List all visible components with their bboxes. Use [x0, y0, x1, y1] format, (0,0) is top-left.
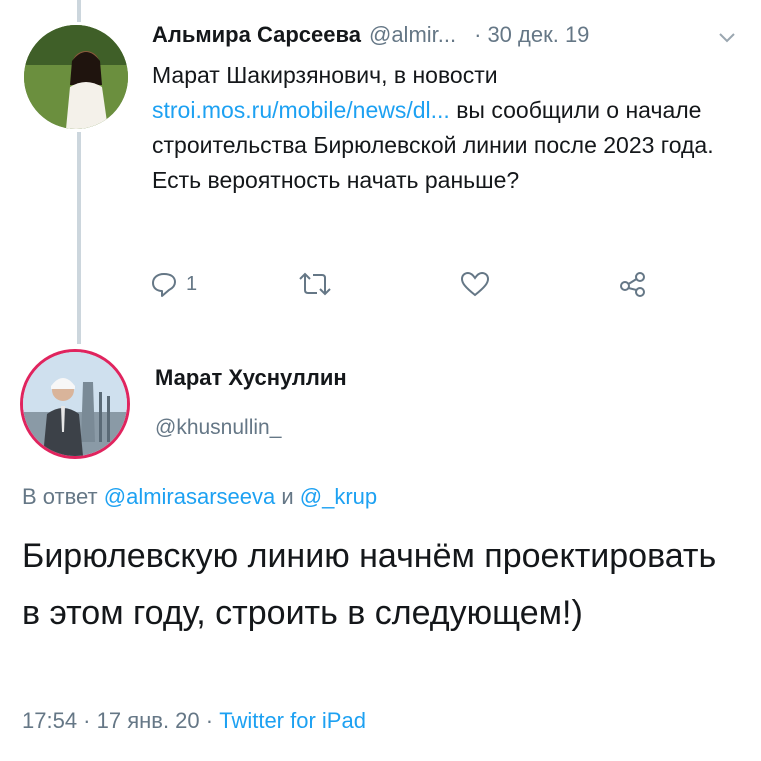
- like-icon: [460, 270, 490, 298]
- retweet-button[interactable]: [298, 270, 332, 298]
- tweet-text: Бирюлевскую линию начнём проектировать в…: [22, 537, 717, 632]
- tweet-date[interactable]: 30 дек. 19: [487, 22, 589, 48]
- reply-joiner: и: [275, 484, 300, 509]
- thread-line: [77, 132, 81, 344]
- reply-count: 1: [186, 272, 198, 295]
- tweet-meta: 17:54 · 17 янв. 20 · Twitter for iPad: [22, 708, 366, 734]
- tweet-link[interactable]: stroi.mos.ru/mobile/news/dl...: [152, 97, 450, 123]
- tweet-time[interactable]: 17:54: [22, 708, 77, 733]
- like-button[interactable]: [460, 270, 490, 298]
- tweet-date[interactable]: 17 янв. 20: [97, 708, 200, 733]
- author-name[interactable]: Альмира Сарсеева: [152, 22, 361, 48]
- author-handle[interactable]: @almir...: [369, 22, 456, 48]
- author-handle[interactable]: @khusnullin_: [155, 416, 281, 440]
- avatar[interactable]: [23, 352, 127, 456]
- tweet-actions: 1: [150, 270, 670, 302]
- avatar[interactable]: [24, 25, 128, 129]
- reply-button[interactable]: 1: [150, 270, 197, 298]
- tweet-source[interactable]: Twitter for iPad: [219, 708, 366, 733]
- thread-line-top: [77, 0, 81, 22]
- tweet-text-part: Марат Шакирзянович, в новости: [152, 62, 498, 88]
- chevron-down-icon[interactable]: [717, 30, 737, 44]
- reply-prefix: В ответ: [22, 484, 104, 509]
- separator: ·: [199, 708, 220, 733]
- share-icon: [618, 270, 648, 298]
- tweet-header: Альмира Сарсеева @almir... · 30 дек. 19: [152, 22, 589, 48]
- reply-icon: [150, 270, 178, 298]
- tweet-text: Марат Шакирзянович, в новости stroi.mos.…: [152, 58, 752, 198]
- mention-link[interactable]: @almirasarseeva: [104, 484, 276, 509]
- mention-link[interactable]: @_krup: [300, 484, 377, 509]
- share-button[interactable]: [618, 270, 648, 298]
- reply-context: В ответ @almirasarseeva и @_krup: [22, 484, 377, 510]
- retweet-icon: [298, 270, 332, 298]
- separator: ·: [474, 22, 482, 47]
- author-name[interactable]: Марат Хуснуллин: [155, 365, 347, 391]
- separator: ·: [77, 708, 97, 733]
